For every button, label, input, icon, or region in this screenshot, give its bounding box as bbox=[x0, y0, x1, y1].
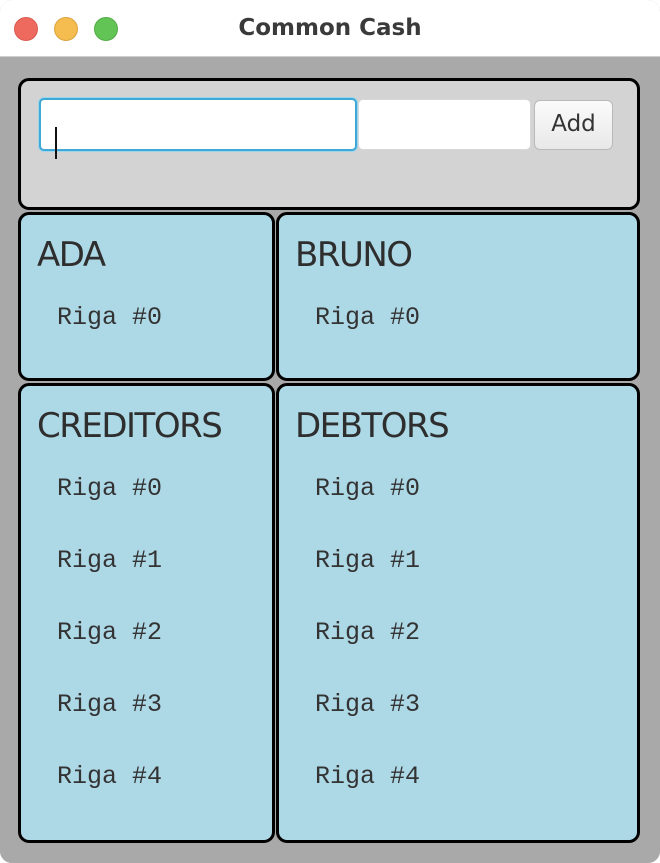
amount-input[interactable] bbox=[358, 99, 531, 150]
list-item: Riga #0 bbox=[315, 474, 421, 503]
panel-title: DEBTORS bbox=[295, 406, 450, 446]
panel-creditors: CREDITORS Riga #0 Riga #1 Riga #2 Riga #… bbox=[18, 383, 275, 843]
list-item: Riga #0 bbox=[57, 474, 163, 503]
list-item: Riga #2 bbox=[57, 618, 163, 647]
list-item: Riga #2 bbox=[315, 618, 421, 647]
add-button[interactable]: Add bbox=[534, 100, 613, 150]
title-bar: Common Cash bbox=[0, 0, 660, 57]
panel-title: CREDITORS bbox=[37, 406, 223, 446]
entry-form: Add bbox=[18, 78, 640, 210]
app-window: Common Cash Add ADA Riga #0 BRUNO Riga #… bbox=[0, 0, 660, 863]
window-title: Common Cash bbox=[238, 15, 422, 41]
panel-title: ADA bbox=[37, 235, 106, 275]
list-item: Riga #1 bbox=[57, 546, 163, 575]
panel-title: BRUNO bbox=[295, 235, 413, 275]
list-item: Riga #1 bbox=[315, 546, 421, 575]
panel-ada: ADA Riga #0 bbox=[18, 212, 275, 381]
list-item: Riga #4 bbox=[315, 762, 421, 791]
main-content: Add ADA Riga #0 BRUNO Riga #0 CREDITORS … bbox=[0, 57, 660, 863]
list-item: Riga #4 bbox=[57, 762, 163, 791]
list-item: Riga #3 bbox=[57, 690, 163, 719]
list-item: Riga #3 bbox=[315, 690, 421, 719]
list-item: Riga #0 bbox=[315, 303, 421, 332]
panel-debtors: DEBTORS Riga #0 Riga #1 Riga #2 Riga #3 … bbox=[276, 383, 640, 843]
name-input[interactable] bbox=[39, 98, 357, 151]
panel-bruno: BRUNO Riga #0 bbox=[276, 212, 640, 381]
list-item: Riga #0 bbox=[57, 303, 163, 332]
text-caret bbox=[55, 127, 57, 159]
